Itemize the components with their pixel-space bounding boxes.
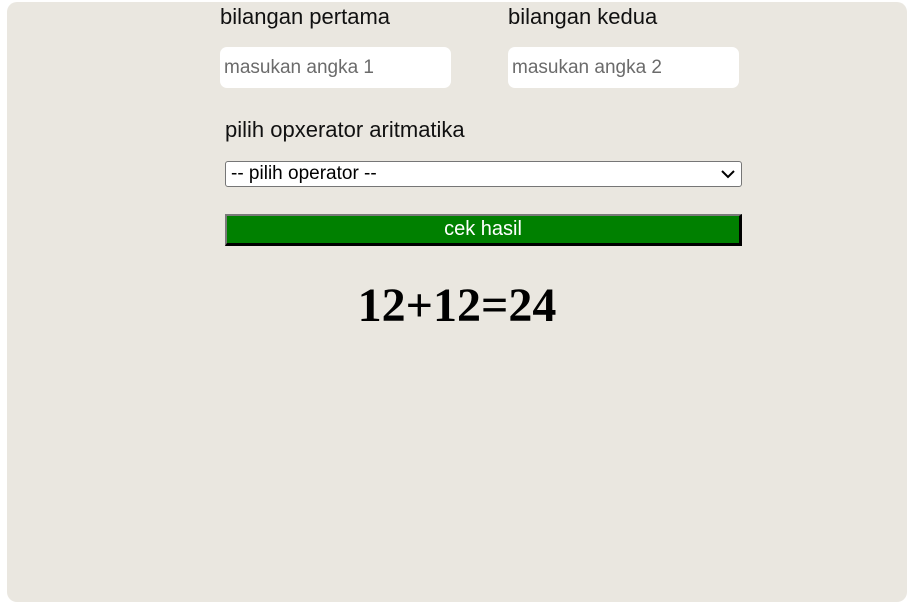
- chevron-down-icon: [721, 170, 735, 179]
- result-text: 12+12=24: [357, 279, 557, 332]
- operator-select-value: -- pilih operator --: [231, 163, 377, 184]
- operator-select[interactable]: -- pilih operator --: [225, 161, 742, 187]
- check-result-button[interactable]: cek hasil: [225, 214, 742, 246]
- first-number-label: bilangan pertama: [220, 4, 391, 29]
- operator-label: pilih opxerator aritmatika: [225, 117, 465, 142]
- second-number-label: bilangan kedua: [508, 4, 658, 29]
- first-number-input[interactable]: [220, 47, 451, 88]
- second-number-input[interactable]: [508, 47, 739, 88]
- calculator-card: bilangan pertama bilangan kedua pilih op…: [7, 2, 907, 602]
